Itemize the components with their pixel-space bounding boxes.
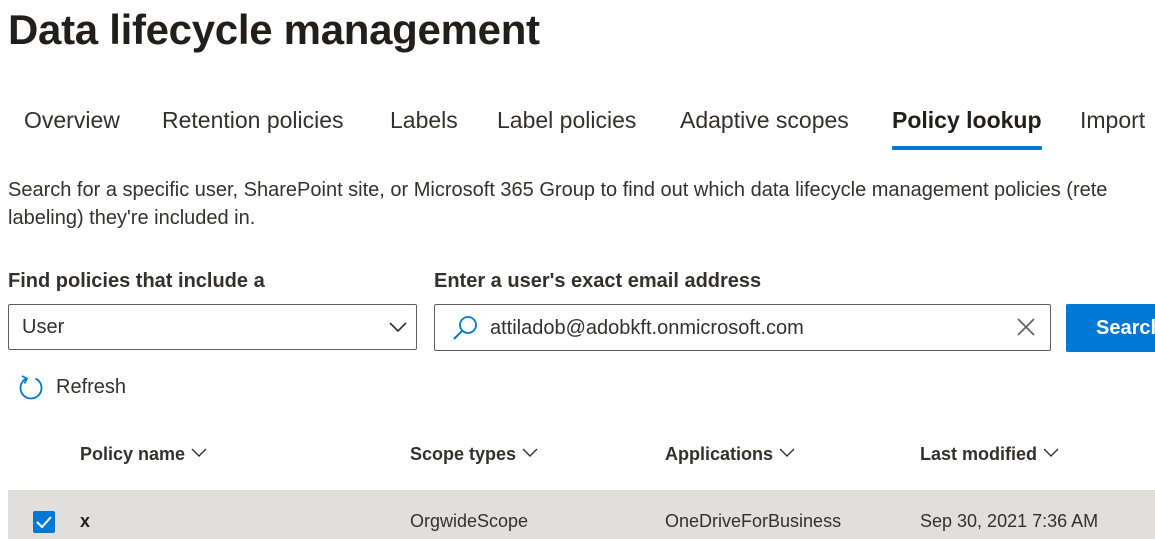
scope-type-value: User	[22, 316, 65, 338]
column-header-scope-types[interactable]: Scope types	[410, 444, 538, 465]
row-checkbox[interactable]	[33, 511, 55, 533]
chevron-down-icon	[1043, 448, 1059, 458]
cell-policy-name[interactable]: x	[80, 511, 90, 532]
tab-adaptive-scopes[interactable]: Adaptive scopes	[680, 100, 849, 150]
column-header-last-modified[interactable]: Last modified	[920, 444, 1059, 465]
search-button[interactable]: Search	[1066, 304, 1155, 352]
tab-retention-policies[interactable]: Retention policies	[162, 100, 344, 150]
cell-last-modified: Sep 30, 2021 7:36 AM	[920, 511, 1099, 531]
scope-type-label: Find policies that include a	[8, 270, 265, 292]
checkmark-icon	[36, 516, 52, 529]
clear-icon[interactable]	[1016, 317, 1036, 337]
column-header-label: Policy name	[80, 444, 186, 464]
chevron-down-icon	[779, 448, 795, 458]
cell-scope-types: OrgwideScope	[410, 511, 529, 531]
email-label: Enter a user's exact email address	[434, 270, 762, 292]
column-header-label: Scope types	[410, 444, 517, 464]
tab-overview[interactable]: Overview	[24, 100, 120, 150]
email-input[interactable]	[490, 317, 970, 340]
tab-policy-lookup[interactable]: Policy lookup	[892, 100, 1042, 150]
search-icon	[453, 316, 477, 340]
page-title: Data lifecycle management	[8, 6, 540, 53]
column-header-label: Applications	[665, 444, 774, 464]
cell-applications: OneDriveForBusiness	[665, 511, 842, 531]
tab-bar: Overview Retention policies Labels Label…	[0, 100, 1155, 152]
column-header-applications[interactable]: Applications	[665, 444, 795, 465]
chevron-down-icon	[389, 322, 407, 333]
email-search-box	[434, 304, 1051, 351]
column-header-label: Last modified	[920, 444, 1038, 464]
refresh-label: Refresh	[56, 376, 127, 398]
tab-labels[interactable]: Labels	[390, 100, 458, 150]
description-line-1: Search for a specific user, SharePoint s…	[8, 179, 1108, 201]
page-description: Search for a specific user, SharePoint s…	[8, 176, 1155, 232]
refresh-icon	[19, 375, 43, 400]
tab-import[interactable]: Import	[1080, 100, 1145, 150]
scope-type-dropdown[interactable]: User	[8, 304, 417, 350]
tab-label-policies[interactable]: Label policies	[497, 100, 636, 150]
description-line-2: labeling) they're included in.	[8, 207, 256, 229]
chevron-down-icon	[522, 448, 538, 458]
chevron-down-icon	[191, 448, 207, 458]
table-row[interactable]: x OrgwideScope OneDriveForBusiness Sep 3…	[8, 490, 1155, 539]
column-header-policy-name[interactable]: Policy name	[80, 444, 207, 465]
